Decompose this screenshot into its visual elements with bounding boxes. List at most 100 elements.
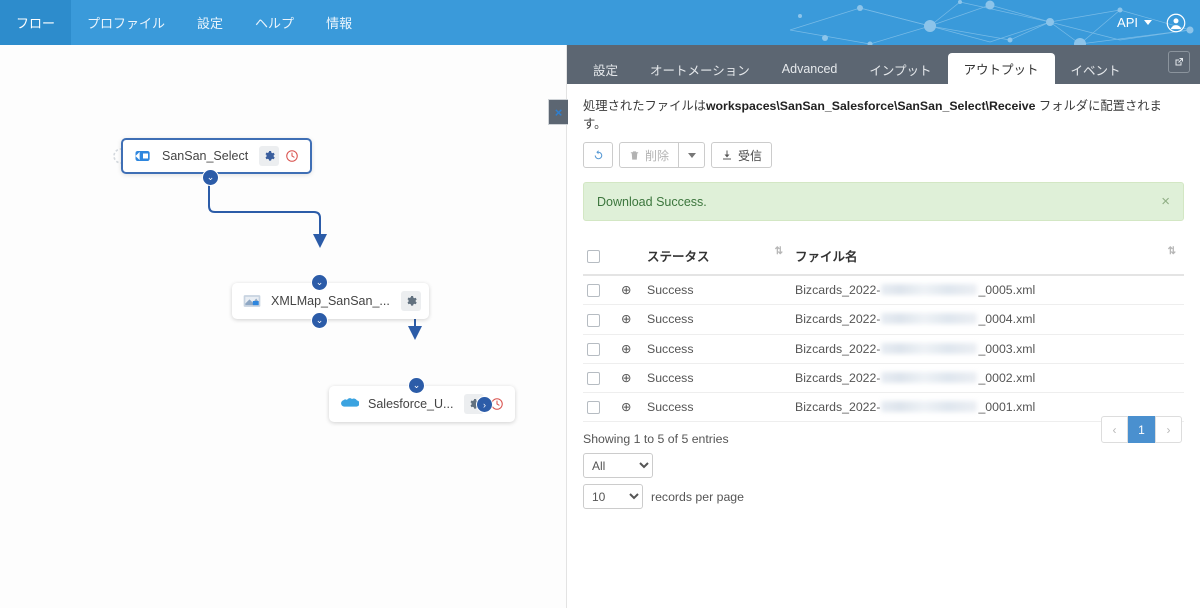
select-all-checkbox[interactable] (587, 249, 600, 263)
api-menu-button[interactable]: API (1117, 15, 1152, 30)
row-filename[interactable]: Bizcards_2022- _0003.xml (791, 334, 1184, 364)
disable-clock-icon[interactable] (282, 146, 302, 166)
node-input-port[interactable]: ⌄ (311, 274, 328, 291)
delete-button[interactable]: 削除 (619, 142, 680, 168)
external-link-glyph (1175, 58, 1183, 66)
alert-message: Download Success. (597, 194, 707, 209)
flow-node-salesforce[interactable]: Salesforce_U... ⌄ › (329, 377, 516, 422)
table-header-row: ステータス ⇅ ファイル名 ⇅ (583, 239, 1184, 276)
table-row[interactable]: ⊕ Success Bizcards_2022- _0002.xml (583, 363, 1184, 394)
tab-label: インプット (869, 63, 932, 78)
row-filename[interactable]: Bizcards_2022- _0005.xml (791, 275, 1184, 306)
receive-button[interactable]: 受信 (711, 142, 773, 168)
nav-item-flow[interactable]: フロー (0, 0, 72, 45)
salesforce-cloud-icon (341, 398, 359, 407)
gear-icon[interactable] (259, 146, 280, 166)
expand-icon[interactable]: ⊕ (621, 342, 631, 356)
tab-label: 設定 (593, 63, 619, 78)
row-filename[interactable]: Bizcards_2022- _0002.xml (791, 363, 1184, 394)
tab-output[interactable]: アウトプット (947, 53, 1055, 84)
row-filename[interactable]: Bizcards_2022- _0004.xml (791, 304, 1184, 335)
refresh-icon (594, 149, 602, 159)
tab-input[interactable]: インプット (853, 54, 947, 84)
pagination-prev[interactable]: ‹ (1101, 416, 1128, 443)
flow-connectors (113, 148, 422, 340)
row-status: Success (643, 304, 791, 335)
node-output-port[interactable]: ⌄ (311, 312, 328, 329)
tab-settings[interactable]: 設定 (577, 54, 634, 84)
api-label: API (1117, 15, 1138, 30)
row-checkbox[interactable] (587, 313, 600, 327)
row-checkbox[interactable] (587, 401, 600, 415)
node-output-port[interactable]: ⌄ (202, 169, 219, 186)
redacted-segment (881, 284, 978, 296)
flow-node-label: SanSan_Select (162, 149, 249, 163)
user-circle-icon[interactable] (1166, 13, 1186, 33)
expand-icon[interactable]: ⊕ (621, 283, 631, 297)
redacted-segment (881, 342, 978, 354)
flow-source-icon (135, 151, 150, 161)
row-checkbox[interactable] (587, 372, 600, 385)
sort-icon[interactable]: ⇅ (1168, 246, 1176, 257)
gear-icon[interactable] (400, 291, 421, 311)
select-all-header (583, 239, 617, 276)
flow-node-xmlmap[interactable]: XMLMap_SanSan_... ⌄ ⌄ (232, 274, 429, 329)
nav-item-settings[interactable]: 設定 (181, 0, 239, 45)
table-row[interactable]: ⊕ Success Bizcards_2022- _0004.xml (583, 304, 1184, 335)
external-link-icon[interactable] (1168, 51, 1190, 73)
nav-item-profile[interactable]: プロファイル (71, 0, 181, 45)
nav-item-info[interactable]: 情報 (310, 0, 368, 45)
tab-events[interactable]: イベント (1055, 54, 1137, 84)
flow-node-sansan-select[interactable]: SanSan_Select ⌄ (121, 138, 313, 186)
nav-label: ヘルプ (255, 16, 295, 31)
sort-icon[interactable]: ⇅ (775, 246, 783, 257)
refresh-button[interactable] (583, 142, 613, 168)
panel-collapse-button[interactable]: × (548, 99, 568, 125)
tab-label: Advanced (781, 62, 838, 76)
alert-close-icon[interactable]: × (1161, 194, 1170, 209)
pagination-page-1[interactable]: 1 (1128, 416, 1155, 443)
expand-icon[interactable]: ⊕ (621, 312, 631, 326)
expand-icon[interactable]: ⊕ (621, 371, 631, 385)
flow-canvas[interactable]: SanSan_Select ⌄ XMLMap_SanSan_... ⌄ ⌄ Sa… (0, 45, 567, 608)
filter-row: All (583, 453, 1184, 479)
row-status: Success (643, 392, 791, 423)
table-head: ステータス ⇅ ファイル名 ⇅ (583, 239, 1184, 276)
redacted-segment (881, 313, 978, 325)
table-row[interactable]: ⊕ Success Bizcards_2022- _0005.xml (583, 275, 1184, 306)
row-checkbox[interactable] (587, 342, 600, 356)
status-header[interactable]: ステータス ⇅ (643, 239, 791, 276)
nav-label: プロファイル (87, 16, 166, 31)
output-files-table: ステータス ⇅ ファイル名 ⇅ ⊕ Success Bizcards_2022-… (583, 239, 1184, 423)
filename-suffix: _0001.xml (978, 400, 1036, 415)
filter-select[interactable]: All (583, 453, 653, 479)
panel-content: 処理されたファイルはworkspaces\SanSan_Salesforce\S… (567, 84, 1200, 510)
pagination-next[interactable]: › (1155, 416, 1182, 443)
nav-item-help[interactable]: ヘルプ (239, 0, 310, 45)
filename-header[interactable]: ファイル名 ⇅ (791, 239, 1184, 276)
row-checkbox[interactable] (587, 284, 600, 298)
gear-glyph (265, 151, 275, 161)
filename-suffix: _0004.xml (978, 312, 1036, 327)
nav-items: フロー プロファイル 設定 ヘルプ 情報 (0, 0, 368, 45)
table-row[interactable]: ⊕ Success Bizcards_2022- _0001.xml (583, 392, 1184, 423)
nav-label: 情報 (326, 16, 353, 31)
row-expand-cell: ⊕ (617, 334, 643, 364)
delete-dropdown-button[interactable] (679, 142, 706, 168)
disable-clock-glyph (286, 150, 298, 162)
tab-advanced[interactable]: Advanced (766, 54, 854, 84)
expand-icon[interactable]: ⊕ (621, 400, 631, 414)
node-next-port[interactable]: › (476, 396, 493, 413)
row-status: Success (643, 363, 791, 394)
nav-right-group: API (1117, 0, 1186, 45)
output-folder-description: 処理されたファイルはworkspaces\SanSan_Salesforce\S… (583, 96, 1184, 132)
tab-automation[interactable]: オートメーション (634, 54, 766, 84)
records-per-page-label: records per page (651, 489, 744, 504)
row-select-cell (583, 275, 617, 306)
table-row[interactable]: ⊕ Success Bizcards_2022- _0003.xml (583, 334, 1184, 364)
filename-prefix: Bizcards_2022- (795, 400, 881, 415)
trash-icon (630, 150, 639, 160)
top-navigation-bar: フロー プロファイル 設定 ヘルプ 情報 API (0, 0, 1200, 45)
node-input-port[interactable]: ⌄ (408, 377, 425, 394)
records-per-page-select[interactable]: 10 (583, 484, 643, 510)
